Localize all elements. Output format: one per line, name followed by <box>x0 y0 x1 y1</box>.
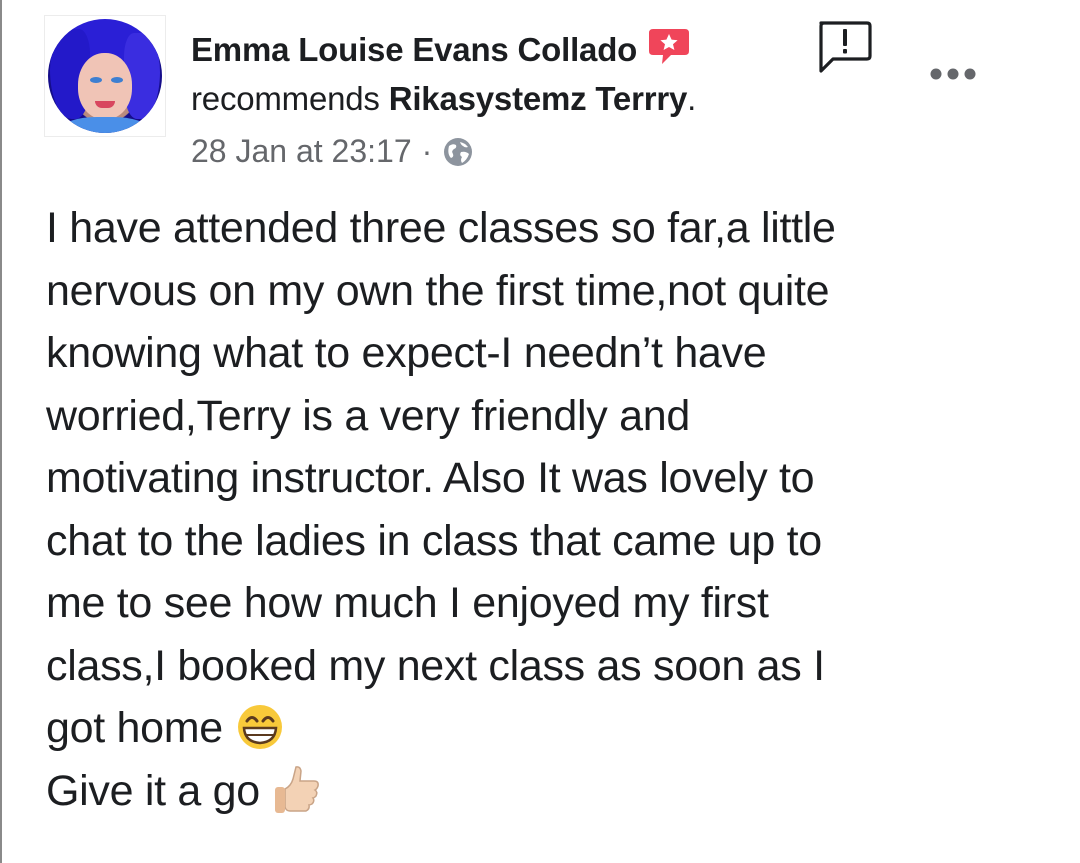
post-line-9-container: got home <box>46 697 1046 760</box>
avatar-face <box>78 53 132 119</box>
page-name-link[interactable]: Rikasystemz Terrry <box>389 80 688 117</box>
post-line-9: got home <box>46 704 223 752</box>
report-icon[interactable] <box>815 18 873 76</box>
recommendation-line: recommends Rikasystemz Terrry. <box>191 80 696 118</box>
post-meta: 28 Jan at 23:17 · <box>191 133 474 170</box>
more-options-icon[interactable] <box>928 62 978 86</box>
globe-icon <box>444 137 473 166</box>
post-line-5: motivating instructor. Also It was lovel… <box>46 454 815 502</box>
author-name[interactable]: Emma Louise Evans Collado <box>191 31 637 69</box>
recommendation-star-icon <box>649 29 690 64</box>
thumbs-up-emoji <box>274 766 319 814</box>
avatar[interactable] <box>48 19 162 133</box>
left-border <box>0 0 2 863</box>
author-line: Emma Louise Evans Collado <box>191 28 691 72</box>
post-line-10-container: Give it a go <box>46 760 1046 823</box>
avatar-eye-right <box>111 77 123 83</box>
period-text: . <box>687 80 697 117</box>
post-line-4: worried,Terry is a very friendly and <box>46 391 690 440</box>
post-line-10: Give it a go <box>46 766 260 815</box>
post-body: I have attended three classes so far,a l… <box>46 197 1046 822</box>
meta-separator: · <box>421 133 433 169</box>
post-line-7: me to see how much I enjoyed my first <box>46 579 769 627</box>
post-timestamp[interactable]: 28 Jan at 23:17 <box>191 133 412 170</box>
avatar-shirt <box>62 117 148 133</box>
grinning-face-emoji <box>237 704 282 749</box>
avatar-eye-left <box>90 77 102 83</box>
recommends-text: recommends <box>191 80 380 117</box>
post-line-8: class,I booked my next class as soon as … <box>46 641 825 690</box>
post-line-1: I have attended three classes so far,a l… <box>46 204 836 252</box>
post-line-2: nervous on my own the first time,not qui… <box>46 266 830 315</box>
post-line-3: knowing what to expect-I needn’t have <box>46 329 767 377</box>
post-line-6: chat to the ladies in class that came up… <box>46 516 822 565</box>
profile-picture-frame[interactable] <box>44 15 166 137</box>
